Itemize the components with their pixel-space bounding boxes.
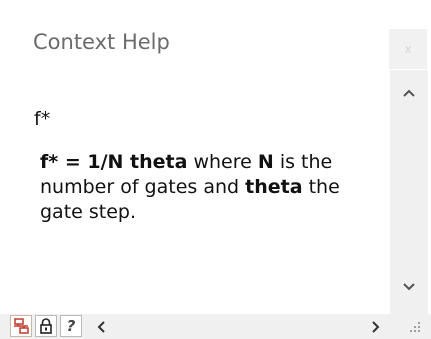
scroll-right-button[interactable]	[363, 314, 389, 339]
detailed-help-button[interactable]: ?	[60, 315, 82, 337]
help-term-theta: theta	[245, 176, 303, 198]
vertical-scrollbar[interactable]	[390, 70, 428, 314]
window-title: Context Help	[33, 30, 170, 54]
bottom-toolbar: ?	[0, 314, 431, 339]
lock-button[interactable]	[35, 315, 57, 337]
scroll-up-button[interactable]	[390, 78, 428, 108]
title-bar[interactable]: Context Help x	[0, 0, 431, 84]
show-hierarchy-icon	[14, 318, 29, 334]
help-description: f* = 1/N theta where N is the number of …	[40, 150, 385, 225]
help-content-area: f* f* = 1/N theta where N is the number …	[12, 84, 390, 314]
close-icon: x	[404, 42, 412, 56]
detailed-help-icon: ?	[66, 317, 76, 335]
help-formula: f* = 1/N theta	[40, 151, 188, 173]
context-help-window: Context Help x f* f* = 1/N theta where N…	[0, 0, 431, 339]
show-hierarchy-button[interactable]	[10, 315, 32, 337]
scroll-down-button[interactable]	[390, 272, 428, 302]
chevron-down-icon	[403, 283, 415, 291]
help-text: where	[187, 151, 258, 173]
chevron-up-icon	[403, 89, 415, 97]
close-button[interactable]: x	[389, 29, 427, 69]
chevron-right-icon	[372, 320, 380, 333]
chevron-left-icon	[97, 320, 105, 333]
scroll-left-button[interactable]	[88, 314, 114, 339]
help-topic-title: f*	[34, 108, 51, 130]
lock-icon	[40, 318, 52, 334]
resize-grip-icon[interactable]	[404, 318, 424, 336]
help-term-n: N	[257, 151, 274, 173]
